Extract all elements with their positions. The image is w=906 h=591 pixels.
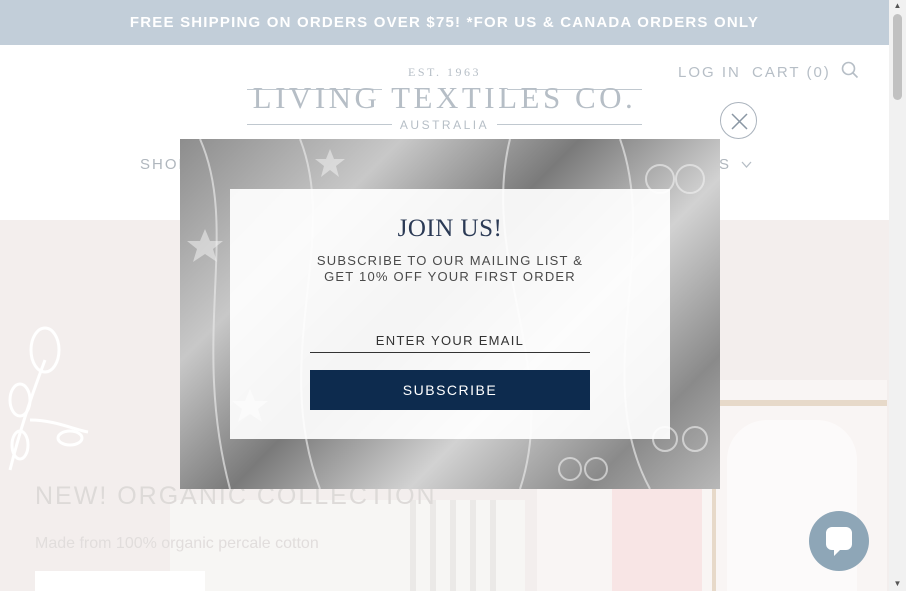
- close-icon: [731, 113, 748, 130]
- modal-title: JOIN US!: [397, 215, 503, 242]
- modal-line-1: SUBSCRIBE TO OUR MAILING LIST &: [316, 253, 584, 268]
- chat-icon: [826, 527, 852, 556]
- subscribe-button[interactable]: SUBSCRIBE: [310, 370, 590, 410]
- modal-card: JOIN US! SUBSCRIBE TO OUR MAILING LIST &…: [230, 189, 670, 439]
- modal-line-2: GET 10% OFF YOUR FIRST ORDER: [324, 269, 576, 284]
- chat-button[interactable]: [809, 511, 869, 571]
- newsletter-modal: JOIN US! SUBSCRIBE TO OUR MAILING LIST &…: [180, 139, 720, 489]
- scroll-down-arrow[interactable]: ▼: [893, 580, 902, 588]
- close-button[interactable]: [720, 102, 757, 139]
- email-field[interactable]: [310, 329, 590, 353]
- scroll-up-arrow[interactable]: ▲: [893, 2, 902, 10]
- scroll-thumb[interactable]: [893, 14, 902, 100]
